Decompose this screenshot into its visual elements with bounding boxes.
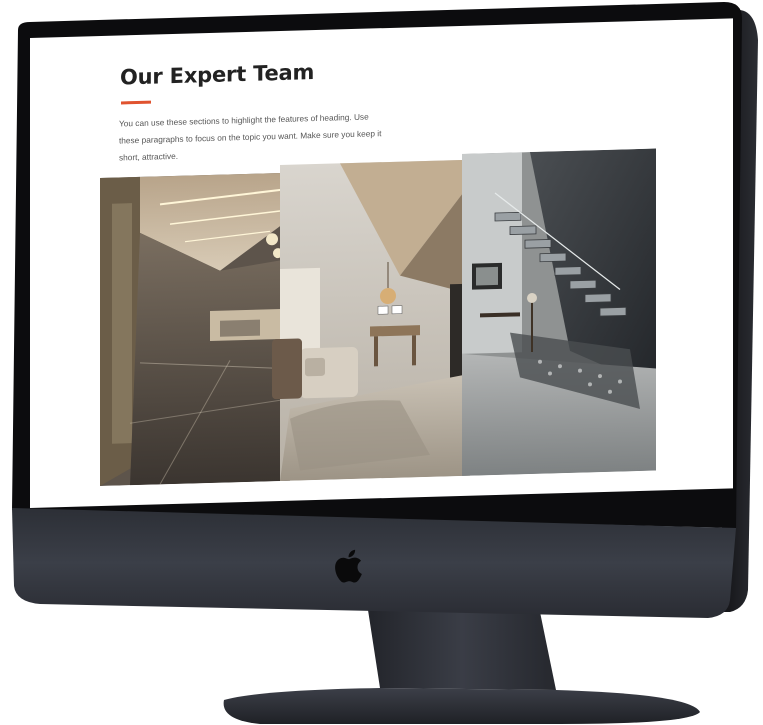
screen: Our Expert Team You can use these sectio…: [30, 18, 733, 508]
title-underline: [121, 100, 151, 105]
stand-base: [223, 688, 701, 724]
interior-gallery: [100, 148, 656, 487]
living-room-image: [272, 159, 470, 482]
interior-hallway-image: [100, 172, 291, 487]
apple-logo-icon: [335, 549, 362, 583]
staircase-image: [462, 148, 656, 476]
page-title: Our Expert Team: [120, 60, 315, 90]
imac-mockup: Our Expert Team You can use these sectio…: [0, 0, 763, 725]
stand-neck: [368, 610, 556, 690]
